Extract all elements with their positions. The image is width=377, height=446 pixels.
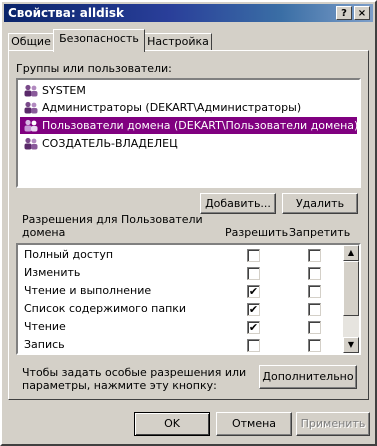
ok-button[interactable]: OK xyxy=(134,412,210,436)
apply-button[interactable]: Применить xyxy=(296,412,370,436)
permission-label: Список содержимого папки xyxy=(24,302,187,315)
deny-checkbox[interactable] xyxy=(308,285,321,298)
allow-checkbox[interactable]: ✔ xyxy=(247,285,260,298)
permissions-scrollbar[interactable]: ▲ ▼ xyxy=(343,245,359,353)
scroll-thumb[interactable] xyxy=(343,261,359,316)
permission-label: Чтение xyxy=(24,320,66,333)
permission-row: Запись xyxy=(18,336,339,354)
allow-checkbox[interactable] xyxy=(247,249,260,262)
special-permissions-text: Чтобы задать особые разрешения или xyxy=(22,366,247,379)
list-item-administrators[interactable]: Администраторы (DEKART\Администраторы) xyxy=(20,99,357,116)
tab-settings[interactable]: Настройка xyxy=(144,33,212,51)
close-button[interactable]: × xyxy=(354,6,370,20)
deny-checkbox[interactable] xyxy=(308,339,321,352)
remove-button[interactable]: Удалить xyxy=(282,193,358,214)
properties-dialog: Свойства: alldisk ? × Общие Безопасность… xyxy=(0,0,377,446)
special-permissions-text-cont: параметры, нажмите эту кнопку: xyxy=(22,379,217,392)
help-button[interactable]: ? xyxy=(336,6,352,20)
users-icon xyxy=(24,119,38,132)
deny-column-header: Запретить xyxy=(289,226,351,239)
permission-row: Полный доступ xyxy=(18,246,339,264)
deny-checkbox[interactable] xyxy=(308,267,321,280)
deny-checkbox[interactable] xyxy=(308,303,321,316)
groups-label: Группы или пользователи: xyxy=(16,62,172,75)
tab-security[interactable]: Безопасность xyxy=(53,29,145,52)
scroll-down-arrow-icon[interactable]: ▼ xyxy=(343,337,359,353)
list-item-domain-users[interactable]: Пользователи домена (DEKART\Пользователи… xyxy=(20,117,359,134)
allow-column-header: Разрешить xyxy=(225,226,289,239)
scroll-up-arrow-icon[interactable]: ▲ xyxy=(343,245,359,261)
users-icon xyxy=(24,84,38,97)
add-button[interactable]: Добавить... xyxy=(200,193,276,214)
permissions-label: Разрешения для Пользователи xyxy=(22,213,203,226)
permissions-table: Полный доступ Изменить Чтение и выполнен… xyxy=(16,243,361,355)
permission-label: Изменить xyxy=(24,266,81,279)
permission-row: Список содержимого папки ✔ xyxy=(18,300,339,318)
list-item-label: СОЗДАТЕЛЬ-ВЛАДЕЛЕЦ xyxy=(42,137,178,150)
list-item-creator-owner[interactable]: СОЗДАТЕЛЬ-ВЛАДЕЛЕЦ xyxy=(20,135,357,152)
list-item-label: Пользователи домена (DEKART\Пользователи… xyxy=(42,119,359,132)
deny-checkbox[interactable] xyxy=(308,321,321,334)
permission-label: Чтение и выполнение xyxy=(24,284,152,297)
tab-general[interactable]: Общие xyxy=(8,33,54,51)
list-item-system[interactable]: SYSTEM xyxy=(20,82,357,99)
permission-label: Запись xyxy=(24,338,65,351)
title-bar[interactable]: Свойства: alldisk ? × xyxy=(4,4,373,22)
permission-row: Чтение и выполнение ✔ xyxy=(18,282,339,300)
allow-checkbox[interactable]: ✔ xyxy=(247,303,260,316)
deny-checkbox[interactable] xyxy=(308,249,321,262)
allow-checkbox[interactable]: ✔ xyxy=(247,321,260,334)
permission-row: Чтение ✔ xyxy=(18,318,339,336)
list-item-label: SYSTEM xyxy=(42,84,86,97)
users-icon xyxy=(24,137,38,150)
allow-checkbox[interactable] xyxy=(247,267,260,280)
cancel-button[interactable]: Отмена xyxy=(216,412,292,436)
permission-label: Полный доступ xyxy=(24,248,114,261)
permission-row: Изменить xyxy=(18,264,339,282)
allow-checkbox[interactable] xyxy=(247,339,260,352)
advanced-button[interactable]: Дополнительно xyxy=(259,365,357,389)
users-icon xyxy=(24,101,38,114)
permissions-label-cont: домена xyxy=(22,226,66,239)
window-title: Свойства: alldisk xyxy=(8,6,124,20)
groups-listbox[interactable]: SYSTEM Администраторы (DEKART\Администра… xyxy=(16,78,361,188)
list-item-label: Администраторы (DEKART\Администраторы) xyxy=(42,101,302,114)
